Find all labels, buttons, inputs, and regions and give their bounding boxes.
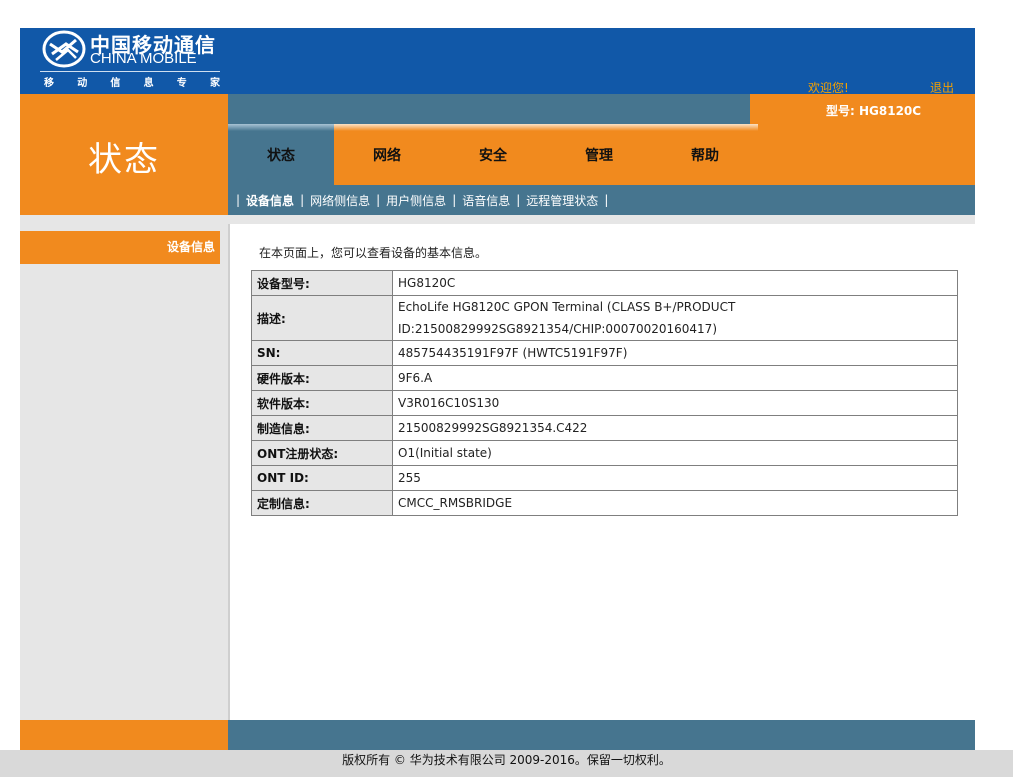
slogan-char: 动 (77, 78, 88, 89)
sub-nav-voice-info[interactable]: 语音信息 (462, 192, 510, 209)
china-mobile-logo-icon (42, 30, 86, 68)
table-row: 定制信息: CMCC_RMSBRIDGE (251, 490, 958, 516)
brand-slogan: 移 动 信 息 专 家 (44, 74, 220, 89)
table-row: ONT ID: 255 (251, 465, 958, 491)
tab-security[interactable]: 安全 (440, 124, 546, 185)
main-content: 在本页面上，您可以查看设备的基本信息。 设备型号: HG8120C 描述: Ec… (228, 224, 975, 720)
sub-nav: | 设备信息 | 网络侧信息 | 用户侧信息 | 语音信息 | 远程管理状态 | (228, 185, 975, 215)
row-label: 定制信息: (251, 490, 393, 516)
footer-right-block (228, 720, 975, 750)
sub-nav-separator: | (236, 193, 241, 207)
sub-nav-device-info[interactable]: 设备信息 (246, 192, 294, 209)
sub-nav-separator: | (376, 193, 381, 207)
row-label: 制造信息: (251, 415, 393, 441)
sub-nav-separator: | (604, 193, 609, 207)
table-row: 描述: EchoLife HG8120C GPON Terminal (CLAS… (251, 295, 958, 341)
sidebar-item-device-info[interactable]: 设备信息 (20, 231, 220, 264)
row-value: 9F6.A (392, 365, 958, 391)
table-row: 制造信息: 21500829992SG8921354.C422 (251, 415, 958, 441)
main-nav: 状态 网络 安全 管理 帮助 (228, 124, 758, 185)
title-strip (228, 94, 750, 124)
row-label: 软件版本: (251, 390, 393, 416)
row-value: 485754435191F97F (HWTC5191F97F) (392, 340, 958, 366)
table-row: 软件版本: V3R016C10S130 (251, 390, 958, 416)
model-label: 型号: HG8120C (826, 104, 922, 118)
row-value: O1(Initial state) (392, 440, 958, 466)
tab-network[interactable]: 网络 (334, 124, 440, 185)
row-label: SN: (251, 340, 393, 366)
content-top-strip (228, 215, 975, 224)
device-info-table: 设备型号: HG8120C 描述: EchoLife HG8120C GPON … (251, 270, 958, 516)
footer-bar (20, 720, 975, 750)
row-value: V3R016C10S130 (392, 390, 958, 416)
footer-left-block (20, 720, 228, 750)
logo-divider (40, 71, 220, 72)
top-banner: 中国移动通信 CHINA MOBILE 移 动 信 息 专 家 欢迎您! 退出 (20, 28, 975, 95)
sub-nav-lan-info[interactable]: 用户侧信息 (386, 192, 446, 209)
tab-management[interactable]: 管理 (546, 124, 652, 185)
slogan-char: 息 (143, 78, 154, 89)
tab-help[interactable]: 帮助 (652, 124, 758, 185)
copyright-text: 版权所有 © 华为技术有限公司 2009-2016。保留一切权利。 (0, 750, 1013, 777)
table-row: SN: 485754435191F97F (HWTC5191F97F) (251, 340, 958, 366)
header-row: 状态 型号: HG8120C 状态 网络 安全 管理 帮助 | 设备信息 | 网… (20, 94, 975, 215)
sub-nav-wan-info[interactable]: 网络侧信息 (310, 192, 370, 209)
slogan-char: 信 (110, 78, 121, 89)
brand-name-en: CHINA MOBILE (90, 50, 197, 67)
row-value: CMCC_RMSBRIDGE (392, 490, 958, 516)
brand-logo: 中国移动通信 CHINA MOBILE 移 动 信 息 专 家 (40, 28, 228, 94)
sidebar: 设备信息 (20, 215, 228, 720)
row-value: 255 (392, 465, 958, 491)
row-label: ONT注册状态: (251, 440, 393, 466)
row-value: HG8120C (392, 270, 958, 296)
tab-status[interactable]: 状态 (228, 124, 334, 185)
row-value: 21500829992SG8921354.C422 (392, 415, 958, 441)
row-label: ONT ID: (251, 465, 393, 491)
row-value: EchoLife HG8120C GPON Terminal (CLASS B+… (392, 295, 958, 341)
slogan-char: 家 (209, 78, 220, 89)
table-row: 设备型号: HG8120C (251, 270, 958, 296)
sub-nav-separator: | (452, 193, 457, 207)
row-label: 描述: (251, 295, 393, 341)
slogan-char: 移 (44, 78, 54, 89)
intro-text: 在本页面上，您可以查看设备的基本信息。 (259, 246, 488, 260)
page-title: 状态 (88, 140, 160, 180)
router-admin-page: 中国移动通信 CHINA MOBILE 移 动 信 息 专 家 欢迎您! 退出 … (20, 28, 975, 750)
sub-nav-separator: | (516, 193, 521, 207)
row-label: 设备型号: (251, 270, 393, 296)
table-row: 硬件版本: 9F6.A (251, 365, 958, 391)
sub-nav-remote-mgmt-status[interactable]: 远程管理状态 (526, 192, 598, 209)
sub-nav-separator: | (300, 193, 305, 207)
table-row: ONT注册状态: O1(Initial state) (251, 440, 958, 466)
slogan-char: 专 (176, 78, 187, 89)
row-label: 硬件版本: (251, 365, 393, 391)
